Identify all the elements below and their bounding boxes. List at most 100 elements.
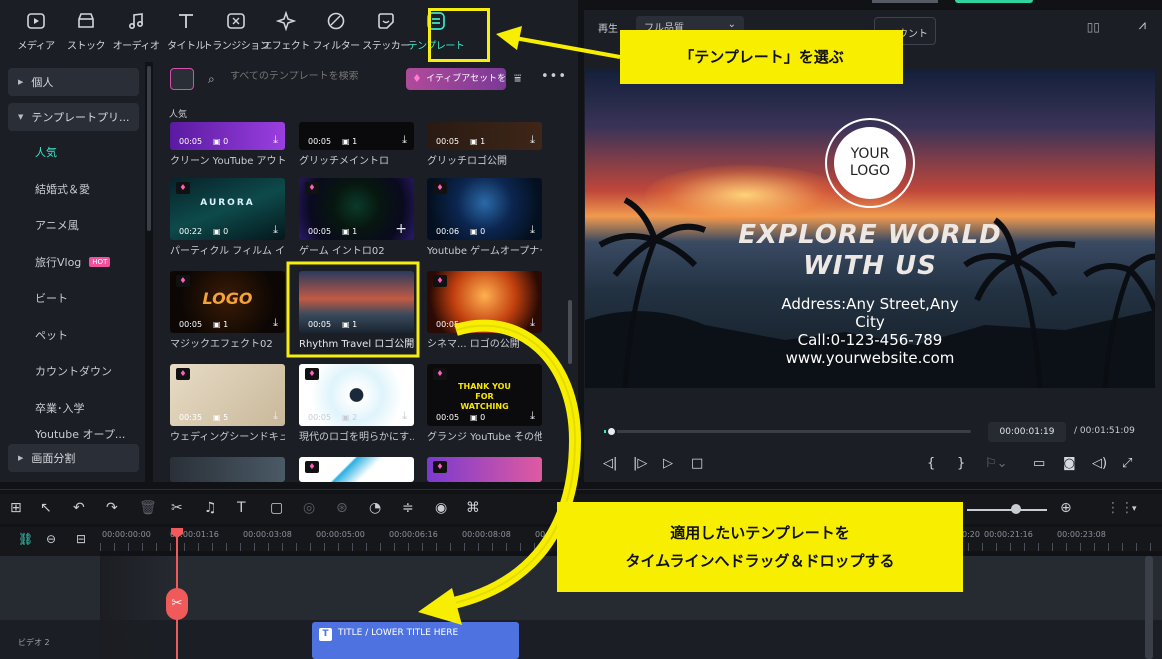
download-icon[interactable]: ⤓	[530, 316, 535, 330]
color-icon[interactable]: ⊛	[336, 500, 348, 516]
current-timecode[interactable]: 00:00:01:19	[988, 422, 1066, 442]
play-icon[interactable]: ▷	[663, 456, 673, 471]
link-clip-icon[interactable]: ⊖	[46, 532, 56, 546]
sidebar-item-label: 結婚式＆愛	[35, 182, 90, 196]
zoom-slider[interactable]	[967, 509, 1047, 511]
zoom-slider-handle[interactable]	[1011, 504, 1021, 514]
waveform-icon[interactable]: ⩘	[1139, 18, 1146, 33]
title-clip[interactable]: T TITLE / LOWER TITLE HERE	[312, 622, 519, 659]
template-card[interactable]: ♦ THANK YOU FOR WATCHING 00:05 ▣ 0 ⤓ グラン…	[427, 364, 542, 444]
tab-effect[interactable]: エフェクト	[262, 0, 310, 62]
filter-sort-icon[interactable]: ⩸	[514, 71, 521, 86]
audio-edit-icon[interactable]: ♫	[204, 500, 217, 516]
template-search-input[interactable]	[230, 71, 400, 82]
template-card[interactable]: ♦	[299, 457, 414, 482]
tab-stock[interactable]: ストック	[62, 0, 110, 62]
ai-icon[interactable]: ◔	[369, 500, 381, 516]
asset-toolbar: メディア ストック オーディオ タイトル トランジション エフェクト フィルター	[0, 0, 578, 62]
volume-icon[interactable]: ◁)	[1092, 456, 1107, 471]
redo-icon[interactable]: ↷	[106, 500, 118, 516]
sidebar-item-countdown[interactable]: カウントダウン	[0, 353, 145, 390]
template-card[interactable]: ♦ 00:05 ▣ 1 ⤓ シネマ... ロゴの公開	[427, 271, 542, 351]
tab-transition[interactable]: トランジション	[203, 0, 270, 62]
download-icon[interactable]: ⤓	[402, 409, 407, 423]
marker-icon[interactable]: ⚐⌄	[985, 456, 1008, 471]
download-icon[interactable]: ⤓	[530, 223, 535, 237]
template-card[interactable]: 00:05 ▣ 0 ⤓ クリーン YouTube アウト...	[170, 122, 285, 168]
template-card[interactable]: 00:05 ▣ 1 ⤓ グリッチメイントロ	[299, 122, 414, 168]
template-card[interactable]: ♦ 00:35 ▣ 5 ⤓ ウェディングシーンドキュメ...	[170, 364, 285, 444]
sidebar-item-beat[interactable]: ビート	[0, 280, 145, 317]
export-button[interactable]	[955, 0, 1033, 3]
layout-grid-icon[interactable]: ⊞	[10, 500, 22, 516]
template-card[interactable]	[170, 457, 285, 482]
sidebar-group-templates[interactable]: ▼ テンプレートプリ...	[8, 103, 139, 131]
sidebar-scrollbar[interactable]	[147, 66, 151, 231]
download-icon[interactable]: ⤓	[273, 409, 278, 423]
split-scissors-marker[interactable]: ✂	[166, 588, 188, 620]
template-card[interactable]: 00:05 ▣ 1 ⤓ グリッチロゴ公開	[427, 122, 542, 168]
sidebar-group-split-screen[interactable]: ▶ 画面分割	[8, 444, 139, 472]
sidebar-group-personal[interactable]: ▶ 個人	[8, 68, 139, 96]
select-arrow-icon[interactable]: ↖	[40, 500, 52, 516]
sidebar-item-wedding[interactable]: 結婚式＆愛	[0, 171, 145, 208]
undo-icon[interactable]: ↶	[73, 500, 85, 516]
tab-audio[interactable]: オーディオ	[112, 0, 160, 62]
split-scissors-icon[interactable]: ✂	[171, 500, 183, 516]
playback-scrubber[interactable]	[604, 430, 971, 433]
tab-media[interactable]: メディア	[12, 0, 60, 62]
add-icon[interactable]: +	[395, 221, 407, 237]
scrubber-handle[interactable]	[606, 426, 617, 437]
tab-sticker[interactable]: ステッカー	[362, 0, 410, 62]
mask-icon[interactable]: ◉	[435, 500, 447, 516]
tab-filter[interactable]: フィルター	[312, 0, 360, 62]
track-layout-icon[interactable]: ⋮⋮	[1106, 500, 1134, 516]
crop-icon[interactable]: ▢	[270, 500, 283, 516]
template-card-selected[interactable]: 00:05 ▣ 1 Rhythm Travel ロゴ公開	[299, 271, 414, 351]
grid-view-icon[interactable]: ▯▯	[1087, 20, 1100, 34]
sidebar-item-travel-vlog[interactable]: 旅行Vlog HOT	[0, 244, 145, 281]
top-button[interactable]	[872, 0, 938, 3]
download-icon[interactable]: ⤓	[273, 133, 278, 147]
zoom-in-icon[interactable]: ⊕	[1060, 500, 1072, 516]
creative-assets-button[interactable]: イティブアセットを	[406, 68, 506, 90]
text-edit-icon[interactable]: T	[237, 500, 246, 516]
template-card[interactable]: ♦ 00:06 ▣ 0 ⤓ Youtube ゲームオープナー...	[427, 178, 542, 258]
display-icon[interactable]: ▭	[1033, 456, 1045, 471]
adjust-icon[interactable]: ≑	[402, 500, 414, 516]
sidebar-item-anime[interactable]: アニメ風	[0, 207, 145, 244]
mark-out-icon[interactable]: }	[957, 456, 965, 471]
mark-in-icon[interactable]: {	[927, 456, 935, 471]
sidebar-item-popular[interactable]: 人気	[0, 134, 145, 171]
timeline-vertical-scrollbar[interactable]	[1145, 556, 1153, 659]
template-card[interactable]: ♦ AURORA 00:22 ▣ 0 ⤓ パーティクル フィルム イン...	[170, 178, 285, 258]
template-card[interactable]: ♦ LOGO 00:05 ▣ 1 ⤓ マジックエフェクト02	[170, 271, 285, 351]
download-icon[interactable]: ⤓	[402, 133, 407, 147]
gallery-view-button[interactable]	[170, 68, 194, 90]
track-manager-icon[interactable]: ⊟	[76, 532, 86, 546]
snapshot-icon[interactable]: ◙	[1063, 456, 1076, 471]
translate-icon[interactable]: ⌘	[466, 500, 480, 516]
step-forward-icon[interactable]: |▷	[633, 456, 647, 471]
sidebar-item-pet[interactable]: ペット	[0, 317, 145, 354]
link-icon[interactable]: ⛓	[18, 532, 33, 546]
step-back-icon[interactable]: ◁|	[603, 456, 617, 471]
sidebar-item-graduation[interactable]: 卒業･入学	[0, 390, 145, 427]
speed-icon[interactable]: ◎	[303, 500, 315, 516]
sidebar-item-youtube-opener[interactable]: Youtube オープ...	[0, 426, 145, 440]
template-card[interactable]: ♦	[427, 457, 542, 482]
download-icon[interactable]: ⤓	[530, 409, 535, 423]
delete-icon[interactable]: 🗑	[139, 500, 157, 516]
template-card[interactable]: ♦ 00:05 ▣ 2 ⤓ 現代のロゴを明らかにす...	[299, 364, 414, 444]
download-icon[interactable]: ⤓	[273, 316, 278, 330]
stop-icon[interactable]: □	[691, 456, 703, 471]
template-card[interactable]: ♦ 00:05 ▣ 1 + ゲーム イントロ02	[299, 178, 414, 258]
chevron-down-icon[interactable]: ▾	[1132, 504, 1137, 514]
download-icon[interactable]: ⤓	[273, 223, 278, 237]
more-options-icon[interactable]: •••	[541, 69, 567, 84]
download-icon[interactable]: ⤓	[530, 133, 535, 147]
gallery-scrollbar[interactable]	[568, 300, 572, 364]
tab-title[interactable]: タイトル	[162, 0, 210, 62]
fullscreen-icon[interactable]: ⤢	[1122, 456, 1132, 471]
video-preview[interactable]: YOUR LOGO EXPLORE WORLD WITH US Address:…	[585, 70, 1155, 388]
